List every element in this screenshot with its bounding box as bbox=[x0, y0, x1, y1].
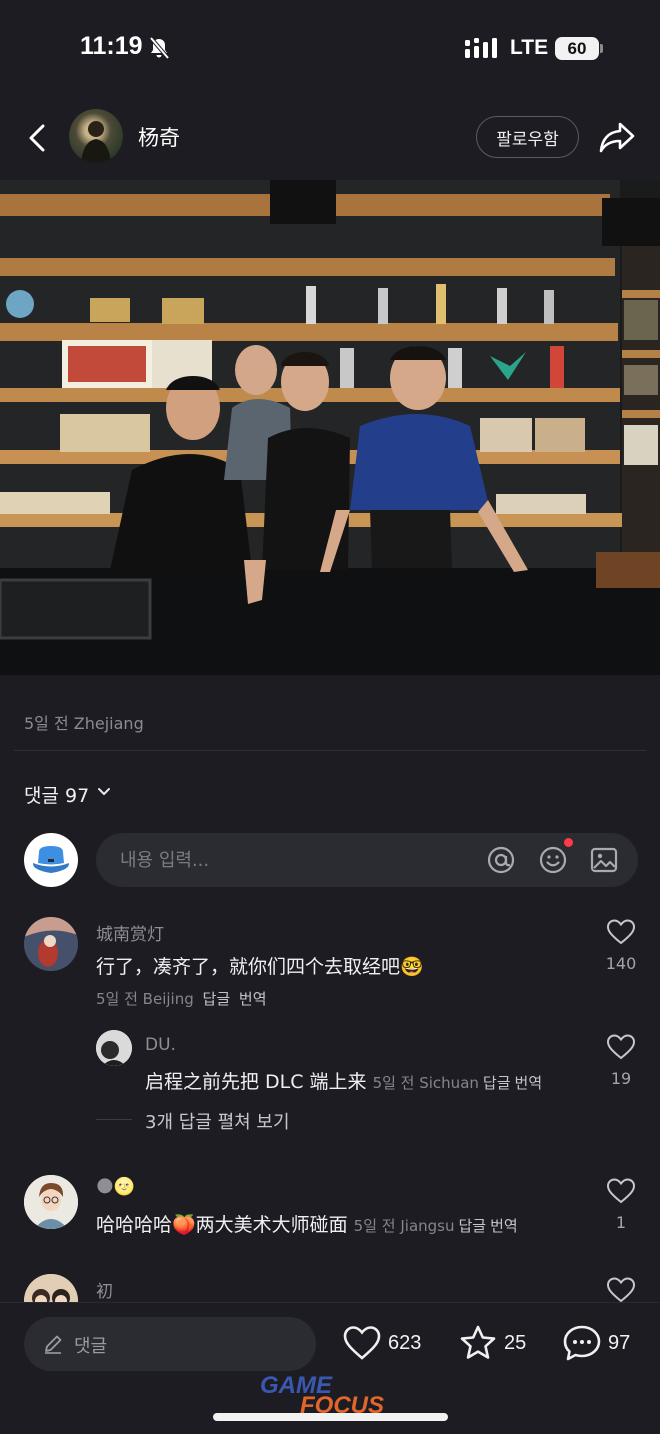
expand-line bbox=[96, 1119, 132, 1120]
bell-muted-icon bbox=[149, 36, 170, 60]
comment-username[interactable]: 初 bbox=[96, 1277, 113, 1302]
comment-meta: 5일 전 Beijing 답글 번역 bbox=[96, 988, 267, 1009]
comment-content: 哈哈哈哈🍑两大美术大师碰面 5일 전 Jiangsu 답글 번역 bbox=[96, 1210, 518, 1237]
reply-like-count: 19 bbox=[610, 1069, 632, 1088]
reply-username[interactable]: DU. bbox=[145, 1035, 176, 1055]
back-arrow-icon[interactable] bbox=[22, 118, 54, 158]
post-photo[interactable] bbox=[0, 180, 660, 675]
heart-icon[interactable] bbox=[607, 1178, 635, 1204]
comment-meta: 5일 전 Jiangsu 답글 번역 bbox=[354, 1217, 518, 1235]
author-avatar[interactable] bbox=[69, 109, 123, 163]
status-time: 11:19 bbox=[80, 32, 143, 60]
home-indicator[interactable] bbox=[213, 1413, 448, 1421]
bottom-comment-input[interactable] bbox=[24, 1317, 316, 1371]
divider bbox=[14, 750, 646, 751]
reply-content: 启程之前先把 DLC 端上来 5일 전 Sichuan 답글 번역 bbox=[145, 1067, 542, 1094]
signal-icon bbox=[465, 38, 497, 58]
star-icon[interactable] bbox=[458, 1324, 498, 1362]
heart-icon[interactable] bbox=[342, 1324, 382, 1362]
comment-text: 行了，凑齐了，就你们四个去取经吧🤓 bbox=[96, 956, 424, 978]
chevron-down-icon[interactable] bbox=[97, 786, 111, 798]
notification-dot bbox=[564, 838, 573, 847]
reply-reply-button[interactable]: 답글 bbox=[483, 1074, 511, 1092]
comment-text: 哈哈哈哈🍑两大美术大师碰面 bbox=[96, 1214, 348, 1236]
my-avatar bbox=[24, 833, 78, 887]
author-name[interactable]: 杨奇 bbox=[138, 122, 180, 152]
emoji-icon[interactable] bbox=[538, 845, 568, 875]
bottom-comment-placeholder: 댓글 bbox=[74, 1336, 108, 1357]
share-icon[interactable] bbox=[598, 118, 636, 156]
reply-avatar[interactable] bbox=[96, 1030, 132, 1066]
reply-meta: 5일 전 Sichuan 답글 번역 bbox=[373, 1074, 543, 1092]
commenter-avatar[interactable] bbox=[24, 917, 78, 971]
heart-icon[interactable] bbox=[607, 1034, 635, 1060]
gamefocus-watermark: GAME FOCUS bbox=[260, 1374, 384, 1418]
network-type: LTE bbox=[510, 36, 549, 59]
comment-time-location: 5일 전 Jiangsu bbox=[353, 1217, 455, 1235]
reply-translate-button[interactable]: 번역 bbox=[515, 1074, 543, 1092]
expand-replies-button[interactable]: 3개 답글 펼쳐 보기 bbox=[145, 1108, 290, 1134]
comment-time-location: 5일 전 Beijing bbox=[96, 990, 194, 1008]
favorite-total: 25 bbox=[504, 1332, 527, 1354]
reply-button[interactable]: 답글 bbox=[203, 990, 231, 1008]
translate-button[interactable]: 번역 bbox=[239, 990, 267, 1008]
translate-button[interactable]: 번역 bbox=[490, 1217, 518, 1235]
comment-count-sort[interactable]: 댓글 97 bbox=[24, 781, 89, 808]
reply-button[interactable]: 답글 bbox=[459, 1217, 487, 1235]
heart-icon[interactable] bbox=[607, 1277, 635, 1303]
follow-button[interactable]: 팔로우함 bbox=[476, 116, 579, 158]
like-count: 1 bbox=[615, 1213, 627, 1232]
like-count: 140 bbox=[605, 954, 637, 973]
mention-icon[interactable] bbox=[486, 845, 516, 875]
comment-bubble-icon[interactable] bbox=[562, 1324, 602, 1362]
commenter-avatar[interactable] bbox=[24, 1175, 78, 1229]
status-bar: 11:19 LTE 60 bbox=[0, 0, 660, 100]
comment-total: 97 bbox=[608, 1332, 631, 1354]
heart-icon[interactable] bbox=[607, 919, 635, 945]
battery-icon: 60 bbox=[555, 37, 599, 60]
like-total: 623 bbox=[388, 1332, 422, 1354]
post-meta: 5일 전 Zhejiang bbox=[24, 714, 144, 733]
comment-username[interactable]: 🌑🌝 bbox=[96, 1177, 135, 1197]
reply-time-location: 5일 전 Sichuan bbox=[372, 1074, 479, 1092]
battery-cap bbox=[600, 44, 603, 53]
image-icon[interactable] bbox=[589, 845, 619, 875]
post-header: 杨奇 팔로우함 bbox=[0, 100, 660, 176]
reply-text: 启程之前先把 DLC 端上来 bbox=[145, 1071, 367, 1093]
pencil-icon bbox=[45, 1335, 62, 1354]
comment-username[interactable]: 城南赏灯 bbox=[96, 920, 164, 945]
